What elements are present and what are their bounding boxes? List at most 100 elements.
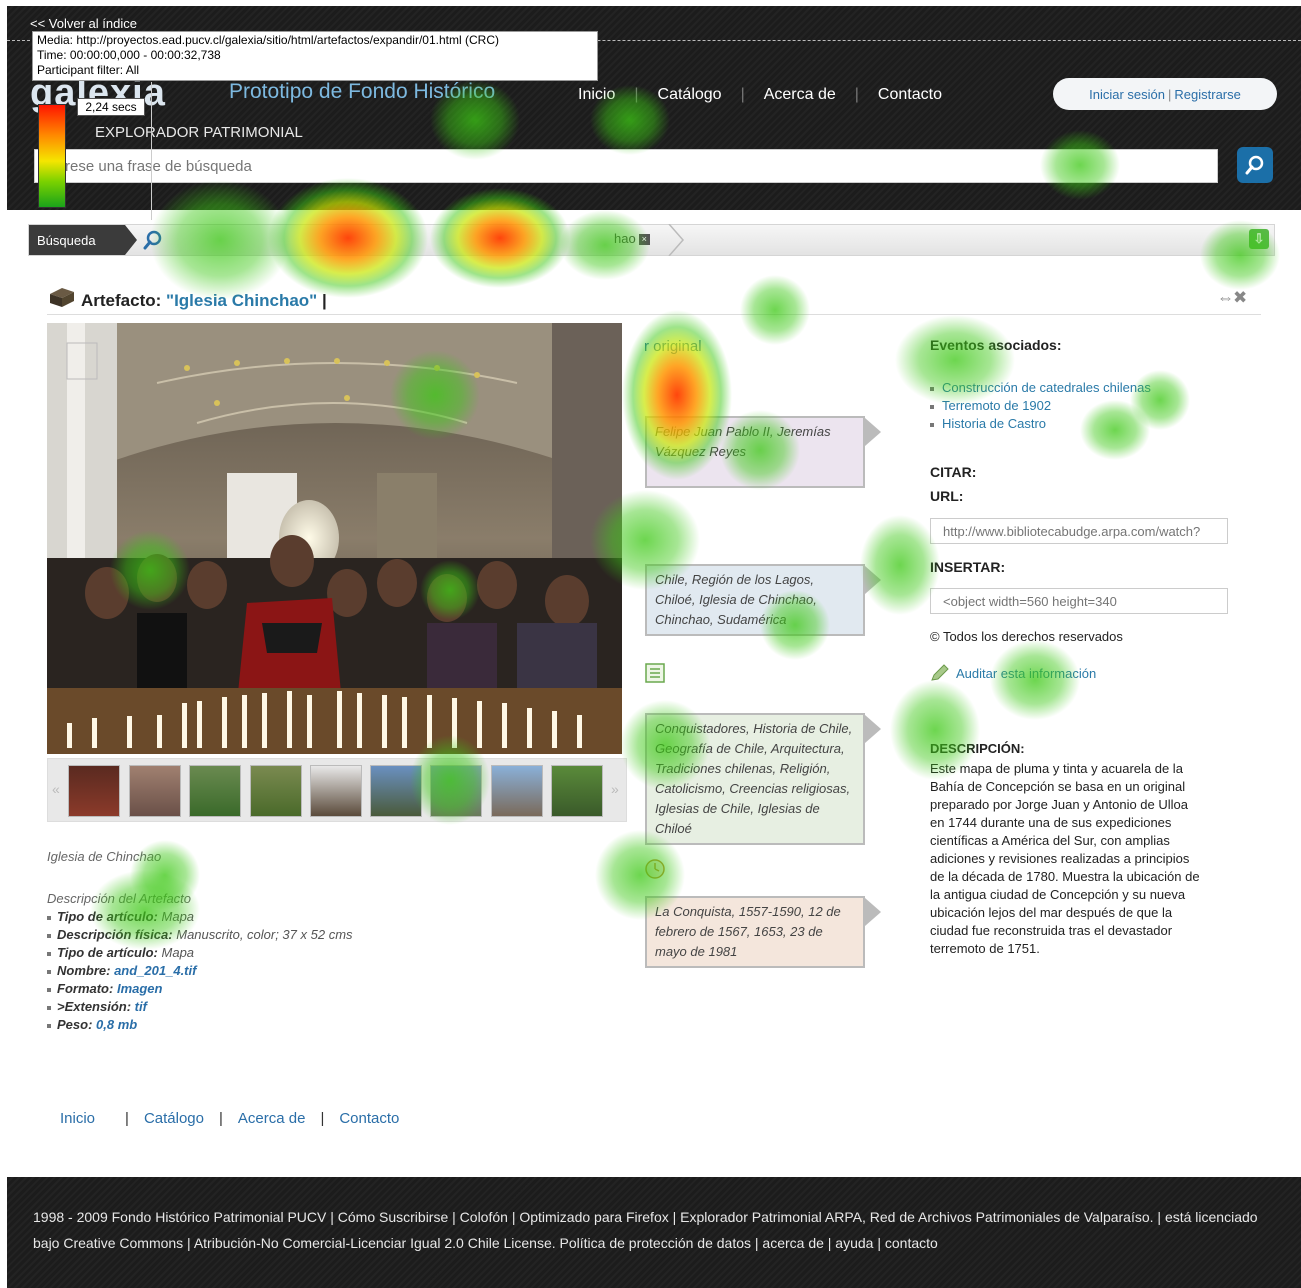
time-range: Time: 00:00:00,000 - 00:00:32,738: [37, 48, 221, 62]
detail-row: Formato: Imagen: [47, 980, 353, 998]
detail-link[interactable]: Imagen: [117, 981, 163, 996]
detail-key: Tipo de artículo:: [57, 945, 158, 960]
nav-separator: |: [854, 86, 859, 103]
remove-tag-icon[interactable]: ×: [638, 234, 650, 246]
people-tags[interactable]: Felipe Juan Pablo II, Jeremías Vázquez R…: [645, 416, 881, 488]
detail-row: Tipo de artículo: Mapa: [47, 908, 353, 926]
related-heading: Eventos asociados:: [930, 337, 1062, 353]
related-item[interactable]: Terremoto de 1902: [930, 397, 1151, 415]
artifact-box-icon: [50, 288, 74, 307]
detail-row: Tipo de artículo: Mapa: [47, 944, 353, 962]
view-original-link[interactable]: r original: [644, 338, 702, 355]
photo-caption: Iglesia de Chinchao: [47, 849, 162, 864]
footer-nav-contacto[interactable]: Contacto: [339, 1110, 399, 1127]
thumbnail[interactable]: [551, 765, 603, 817]
main-nav: Inicio | Catálogo | Acerca de | Contacto: [578, 86, 942, 104]
media-url: Media: http://proyectos.ead.pucv.cl/gale…: [37, 33, 499, 47]
detail-link[interactable]: tif: [135, 999, 147, 1014]
nav-catalogo[interactable]: Catálogo: [658, 86, 722, 104]
artifact-title: Artefacto: "Iglesia Chinchao" |: [81, 291, 327, 310]
heatmap-hotspot: [740, 275, 810, 345]
footer-nav-catalogo[interactable]: Catálogo: [144, 1110, 204, 1127]
site-title: Prototipo de Fondo Histórico: [229, 80, 496, 103]
related-item[interactable]: Construcción de catedrales chilenas: [930, 379, 1151, 397]
thumbnail-strip: « »: [47, 758, 627, 822]
recording-info-box: Media: http://proyectos.ead.pucv.cl/gale…: [32, 31, 598, 81]
rights-text: © Todos los derechos reservados: [930, 629, 1123, 644]
date-tags[interactable]: La Conquista, 1557-1590, 12 de febrero d…: [645, 896, 881, 968]
heatmap-hotspot: [860, 515, 940, 615]
thumbnail[interactable]: [430, 765, 482, 817]
detail-key: Peso:: [57, 1017, 93, 1032]
back-to-index-link[interactable]: << Volver al índice: [30, 16, 137, 31]
login-separator: |: [1168, 86, 1172, 102]
search-input[interactable]: [34, 149, 1218, 183]
detail-row: Descripción física: Manuscrito, color; 3…: [47, 926, 353, 944]
thumbnail[interactable]: [491, 765, 543, 817]
thumb-prev-icon[interactable]: «: [52, 781, 60, 797]
nav-acerca[interactable]: Acerca de: [764, 86, 836, 104]
topic-tags[interactable]: Conquistadores, Historia de Chile, Geogr…: [645, 713, 881, 845]
thumbnail[interactable]: [189, 765, 241, 817]
cite-heading: CITAR:: [930, 464, 977, 480]
magnifier-icon: [143, 230, 162, 250]
participant-filter: Participant filter: All: [37, 63, 140, 77]
nav-separator: |: [634, 86, 639, 103]
breadcrumb-search-step[interactable]: Búsqueda: [29, 225, 137, 255]
embed-field[interactable]: [930, 588, 1228, 614]
detail-value: Mapa: [161, 945, 195, 960]
breadcrumb-tag-label: hao: [614, 231, 636, 246]
detail-row: Nombre: and_201_4.tif: [47, 962, 353, 980]
thumb-next-icon[interactable]: »: [611, 781, 619, 797]
duration-badge: 2,24 secs: [77, 98, 145, 116]
detail-link[interactable]: and_201_4.tif: [114, 963, 196, 978]
related-list: Construcción de catedrales chilenas Terr…: [930, 379, 1151, 433]
footer-nav-inicio[interactable]: Inicio: [60, 1110, 95, 1127]
audit-link[interactable]: Auditar esta información: [930, 664, 1096, 682]
detail-key: Nombre:: [57, 963, 111, 978]
heat-legend-bar: [38, 104, 66, 208]
footer-nav-acerca[interactable]: Acerca de: [238, 1110, 306, 1127]
footer-separator: |: [320, 1110, 325, 1127]
detail-key: Formato:: [57, 981, 114, 996]
related-item[interactable]: Historia de Castro: [930, 415, 1151, 433]
detail-key: Tipo de artículo:: [57, 909, 158, 924]
detail-value: Manuscrito, color; 37 x 52 cms: [176, 927, 353, 942]
artifact-photo[interactable]: [47, 323, 622, 754]
breadcrumb: Búsqueda hao ×: [28, 224, 1275, 256]
register-link[interactable]: Registrarse: [1174, 87, 1240, 102]
artifact-details: Descripción del Artefacto Tipo de artícu…: [47, 890, 353, 1034]
thumbnail[interactable]: [370, 765, 422, 817]
nav-inicio[interactable]: Inicio: [578, 86, 615, 104]
detail-key: >Extensión:: [57, 999, 132, 1014]
pencil-icon: [931, 664, 949, 681]
breadcrumb-tag[interactable]: hao ×: [614, 231, 650, 246]
artifact-label: Artefacto:: [81, 291, 167, 310]
detail-value: Mapa: [161, 909, 195, 924]
detail-link[interactable]: 0,8 mb: [96, 1017, 137, 1032]
place-tags[interactable]: Chile, Región de los Lagos, Chiloé, Igle…: [645, 564, 881, 636]
thumbnail[interactable]: [68, 765, 120, 817]
footer-separator: |: [125, 1110, 129, 1127]
thumbnail[interactable]: [310, 765, 362, 817]
download-icon[interactable]: ⇩: [1249, 229, 1269, 249]
search-icon: [1245, 155, 1264, 175]
site-footer: 1998 - 2009 Fondo Histórico Patrimonial …: [7, 1177, 1301, 1288]
breadcrumb-arrow-icon: [668, 224, 684, 256]
embed-label: INSERTAR:: [930, 559, 1006, 575]
search-button[interactable]: [1237, 147, 1273, 183]
description-heading: DESCRIPCIÓN:: [930, 741, 1025, 756]
church-interior-image: [47, 323, 622, 754]
list-icon: [645, 663, 665, 683]
thumbnail[interactable]: [129, 765, 181, 817]
thumbnail[interactable]: [250, 765, 302, 817]
nav-contacto[interactable]: Contacto: [878, 86, 942, 104]
url-field[interactable]: [930, 518, 1228, 544]
audit-label: Auditar esta información: [956, 665, 1097, 681]
detail-key: Descripción física:: [57, 927, 173, 942]
url-label: URL:: [930, 488, 964, 504]
footer-nav: Inicio | Catálogo | Acerca de | Contacto: [60, 1110, 399, 1127]
expand-collapse-icon[interactable]: ⇔✖: [1217, 288, 1247, 308]
detail-row: Peso: 0,8 mb: [47, 1016, 353, 1034]
login-link[interactable]: Iniciar sesión: [1089, 87, 1165, 102]
